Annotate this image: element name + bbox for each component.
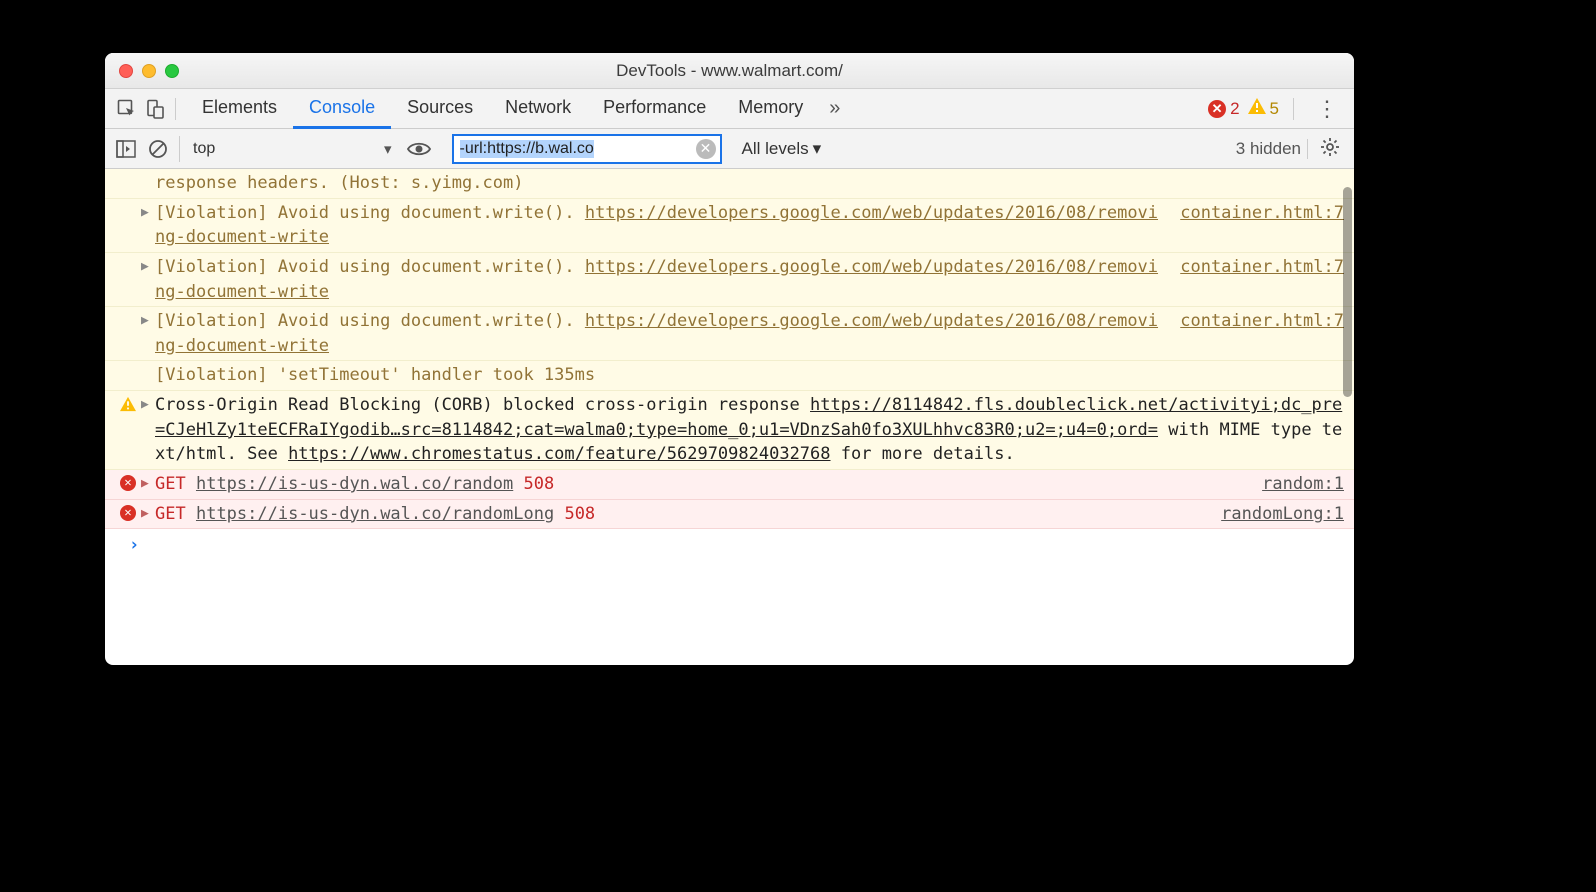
tab-network[interactable]: Network: [489, 89, 587, 129]
close-window-button[interactable]: [119, 64, 133, 78]
status-code: 508: [524, 474, 555, 494]
inspect-element-icon[interactable]: [113, 95, 141, 123]
tab-performance[interactable]: Performance: [587, 89, 722, 129]
message-gutter: ✕: [115, 472, 141, 497]
warning-icon: [120, 396, 136, 412]
errors-badge[interactable]: ✕ 2: [1208, 99, 1239, 119]
error-icon: ✕: [1208, 100, 1226, 118]
log-levels-label: All levels: [742, 139, 809, 159]
message-text: [Violation] Avoid using document.write()…: [155, 255, 1166, 304]
message-source-link[interactable]: randomLong:1: [1207, 502, 1344, 527]
console-message: ✕ ▶ GET https://is-us-dyn.wal.co/randomL…: [105, 500, 1354, 530]
message-text: [Violation] 'setTimeout' handler took 13…: [155, 363, 1344, 388]
message-text: [Violation] Avoid using document.write()…: [155, 201, 1166, 250]
tab-sources[interactable]: Sources: [391, 89, 489, 129]
expand-spacer: [141, 363, 155, 388]
request-url-link[interactable]: https://is-us-dyn.wal.co/randomLong: [196, 504, 554, 524]
titlebar: DevTools - www.walmart.com/: [105, 53, 1354, 89]
chevron-down-icon: ▾: [813, 139, 822, 159]
console-message: [Violation] 'setTimeout' handler took 13…: [105, 361, 1354, 391]
message-text: GET https://is-us-dyn.wal.co/randomLong …: [155, 502, 1207, 527]
message-gutter: [115, 393, 141, 467]
message-gutter: [115, 201, 141, 250]
clear-filter-icon[interactable]: ✕: [696, 139, 716, 159]
zoom-window-button[interactable]: [165, 64, 179, 78]
request-url-link[interactable]: https://is-us-dyn.wal.co/random: [196, 474, 513, 494]
hidden-messages-count[interactable]: 3 hidden: [1236, 139, 1308, 159]
window-controls: [105, 64, 179, 78]
panel-tabs: Elements Console Sources Network Perform…: [186, 89, 819, 129]
message-text: response headers. (Host: s.yimg.com): [155, 171, 1344, 196]
console-message: ▶ [Violation] Avoid using document.write…: [105, 253, 1354, 307]
warnings-badge[interactable]: 5: [1248, 98, 1279, 119]
console-settings-icon[interactable]: [1314, 137, 1346, 161]
message-gutter: ✕: [115, 502, 141, 527]
minimize-window-button[interactable]: [142, 64, 156, 78]
expand-arrow-icon[interactable]: ▶: [141, 309, 155, 358]
scroll-thumb[interactable]: [1343, 187, 1352, 397]
message-text: [Violation] Avoid using document.write()…: [155, 309, 1166, 358]
expand-arrow-icon[interactable]: ▶: [141, 201, 155, 250]
message-gutter: [115, 309, 141, 358]
expand-arrow-icon[interactable]: ▶: [141, 502, 155, 527]
console-toolbar: top ▾ ✕ All levels ▾ 3 hidden: [105, 129, 1354, 169]
message-source-link[interactable]: container.html:7: [1166, 201, 1344, 250]
message-text: GET https://is-us-dyn.wal.co/random 508: [155, 472, 1248, 497]
tab-console[interactable]: Console: [293, 89, 391, 129]
console-message: ✕ ▶ GET https://is-us-dyn.wal.co/random …: [105, 470, 1354, 500]
status-code: 508: [564, 504, 595, 524]
prompt-chevron-icon: ›: [129, 533, 139, 558]
tab-elements[interactable]: Elements: [186, 89, 293, 129]
warnings-count: 5: [1270, 99, 1279, 119]
expand-arrow-icon[interactable]: ▶: [141, 393, 155, 467]
console-message: ▶ Cross-Origin Read Blocking (CORB) bloc…: [105, 391, 1354, 470]
separator: [1293, 98, 1294, 120]
tab-memory[interactable]: Memory: [722, 89, 819, 129]
live-expression-icon[interactable]: [406, 136, 432, 162]
filter-input-container: ✕: [452, 134, 722, 164]
console-messages[interactable]: response headers. (Host: s.yimg.com) ▶ […: [105, 169, 1354, 665]
expand-arrow-icon[interactable]: ▶: [141, 255, 155, 304]
error-icon: ✕: [120, 475, 136, 491]
separator: [175, 98, 176, 120]
message-source-link[interactable]: container.html:7: [1166, 255, 1344, 304]
window-title: DevTools - www.walmart.com/: [105, 61, 1354, 81]
chromestatus-link[interactable]: https://www.chromestatus.com/feature/562…: [288, 444, 830, 464]
message-source-link[interactable]: container.html:7: [1166, 309, 1344, 358]
log-levels-selector[interactable]: All levels ▾: [742, 139, 822, 159]
more-tabs-button[interactable]: »: [819, 97, 850, 120]
console-message: response headers. (Host: s.yimg.com): [105, 169, 1354, 199]
expand-arrow-icon[interactable]: ▶: [141, 472, 155, 497]
message-gutter: [115, 255, 141, 304]
warning-icon: [1248, 98, 1266, 119]
device-toolbar-icon[interactable]: [141, 95, 169, 123]
error-icon: ✕: [120, 505, 136, 521]
filter-input[interactable]: [460, 140, 696, 158]
console-message: ▶ [Violation] Avoid using document.write…: [105, 307, 1354, 361]
devtools-window: DevTools - www.walmart.com/ Elements Con…: [105, 53, 1354, 665]
console-message: ▶ [Violation] Avoid using document.write…: [105, 199, 1354, 253]
message-source-link[interactable]: random:1: [1248, 472, 1344, 497]
message-text: Cross-Origin Read Blocking (CORB) blocke…: [155, 393, 1344, 467]
console-prompt-row[interactable]: ›: [105, 529, 1354, 562]
devtools-menu-icon[interactable]: ⋮: [1308, 96, 1346, 122]
scrollbar[interactable]: [1343, 169, 1352, 665]
errors-count: 2: [1230, 99, 1239, 119]
toggle-sidebar-icon[interactable]: [113, 136, 139, 162]
clear-console-icon[interactable]: [145, 136, 171, 162]
message-gutter: [115, 363, 141, 388]
execution-context-selector[interactable]: top: [186, 136, 406, 162]
main-tabs-bar: Elements Console Sources Network Perform…: [105, 89, 1354, 129]
